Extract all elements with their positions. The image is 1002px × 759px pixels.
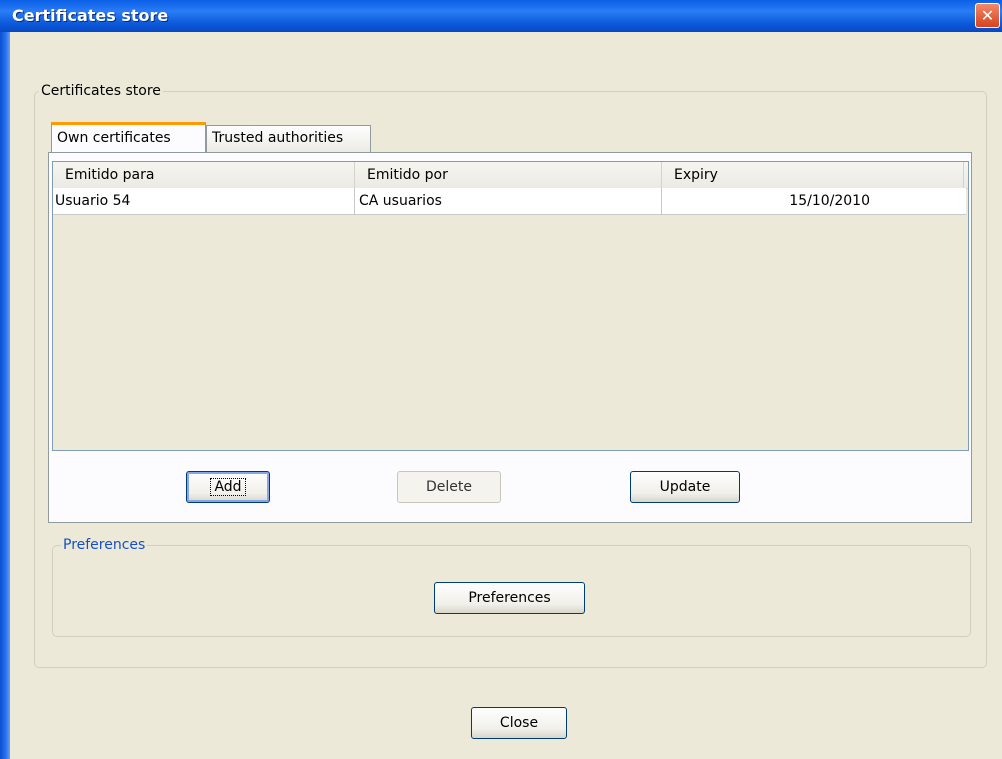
certificates-store-legend: Certificates store [39, 82, 163, 100]
cell-emitido-por: CA usuarios [355, 188, 662, 214]
tab-own-certificates-label: Own certificates [57, 130, 171, 146]
column-header-emitido-por[interactable]: Emitido por [355, 162, 662, 188]
update-button[interactable]: Update [630, 471, 740, 503]
add-button[interactable]: Add [186, 471, 270, 503]
table-header: Emitido para Emitido por Expiry [53, 162, 968, 189]
certificates-table: Emitido para Emitido por Expiry Usuario … [52, 161, 969, 451]
preferences-group: Preferences Preferences [52, 536, 971, 637]
cell-emitido-para: Usuario 54 [53, 188, 355, 214]
column-header-expiry[interactable]: Expiry [662, 162, 964, 188]
window-title: Certificates store [12, 6, 169, 25]
preferences-legend: Preferences [61, 536, 148, 554]
close-window-icon[interactable]: ✕ [975, 3, 1000, 28]
window-frame-left [0, 32, 10, 759]
tab-panel-own-certificates: Emitido para Emitido por Expiry Usuario … [48, 152, 972, 523]
delete-button-label: Delete [426, 479, 472, 495]
close-button-label: Close [499, 715, 539, 731]
preferences-button[interactable]: Preferences [434, 582, 585, 614]
tab-own-certificates[interactable]: Own certificates [51, 122, 206, 152]
close-button[interactable]: Close [471, 707, 567, 739]
tab-trusted-authorities-label: Trusted authorities [212, 130, 344, 146]
title-bar[interactable]: Certificates store ✕ [0, 0, 1002, 32]
tab-trusted-authorities[interactable]: Trusted authorities [206, 125, 371, 152]
column-header-emitido-para[interactable]: Emitido para [53, 162, 355, 188]
update-button-label: Update [659, 479, 711, 495]
delete-button[interactable]: Delete [397, 471, 501, 503]
preferences-button-label: Preferences [468, 590, 551, 606]
dialog-body: Certificates store Own certificates Trus… [10, 32, 1002, 759]
add-button-label: Add [210, 478, 246, 496]
table-row[interactable]: Usuario 54 CA usuarios 15/10/2010 [53, 188, 966, 215]
cell-expiry: 15/10/2010 [789, 193, 870, 209]
